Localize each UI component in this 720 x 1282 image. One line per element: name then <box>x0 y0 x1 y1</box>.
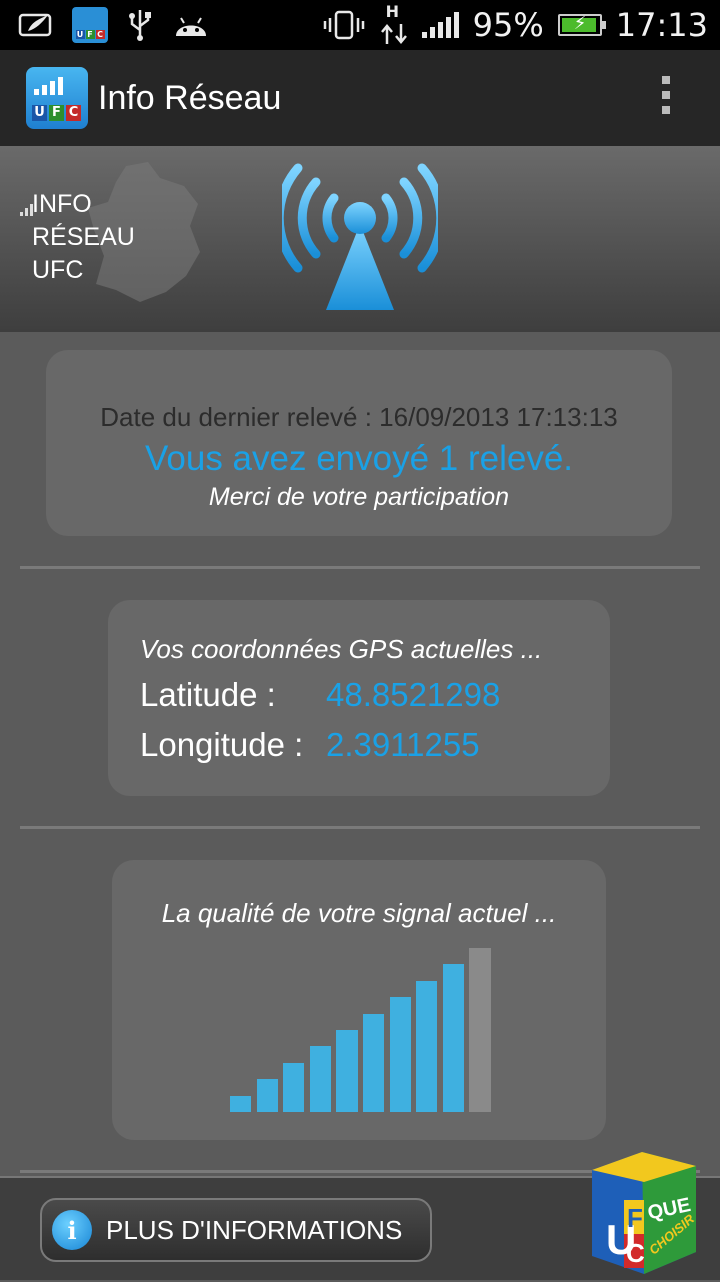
logo-letter-c: C <box>626 1238 645 1268</box>
signal-strength-icon <box>421 12 459 38</box>
signal-quality-meter <box>230 948 496 1112</box>
signal-bar <box>416 980 438 1112</box>
header-banner: INFO RÉSEAU UFC <box>0 146 720 332</box>
signal-title: La qualité de votre signal actuel ... <box>161 898 557 928</box>
longitude-value: 2.3911255 <box>326 726 480 763</box>
more-info-label: PLUS D'INFORMATIONS <box>106 1214 403 1245</box>
usb-icon <box>129 10 151 41</box>
status-system: H 95% ⚡ 17:13 <box>322 0 708 50</box>
screenshot-icon <box>18 13 52 37</box>
vibrate-icon <box>323 10 364 40</box>
status-notifications: U F C <box>0 7 210 43</box>
overflow-menu-icon[interactable] <box>662 76 670 114</box>
clock: 17:13 <box>615 6 708 44</box>
data-transfer-icon: H <box>380 2 408 48</box>
signal-bar <box>363 1013 385 1112</box>
section-divider <box>20 566 700 569</box>
latitude-value: 48.8521298 <box>326 676 501 713</box>
antenna-tower-icon <box>282 163 438 310</box>
more-info-button[interactable]: i PLUS D'INFORMATIONS <box>40 1198 432 1262</box>
banner-title: INFO RÉSEAU UFC <box>32 190 135 284</box>
app-logo-icon[interactable]: U F C <box>26 67 88 129</box>
signal-bar <box>469 948 491 1112</box>
logo-letter-f: F <box>627 1203 643 1233</box>
last-report-card: Date du dernier relevé : 16/09/2013 17:1… <box>46 350 672 536</box>
android-debug-icon <box>176 17 206 36</box>
longitude-row: Longitude : 2.3911255 <box>140 726 480 764</box>
network-type-label: H <box>385 2 400 21</box>
last-report-date: Date du dernier relevé : 16/09/2013 17:1… <box>100 402 618 432</box>
status-bar: U F C H 95% ⚡ 17:13 <box>0 0 720 50</box>
signal-bar <box>283 1062 305 1112</box>
latitude-label: Latitude : <box>140 676 276 713</box>
latitude-row: Latitude : 48.8521298 <box>140 676 500 714</box>
signal-bar <box>389 997 411 1112</box>
gps-card: Vos coordonnées GPS actuelles ... Latitu… <box>108 600 610 796</box>
bottom-bar: i PLUS D'INFORMATIONS U F C QUE CHOISIR <box>0 1152 720 1280</box>
app-title: Info Réseau <box>98 78 282 117</box>
ufc-app-icon: U F C <box>72 7 108 43</box>
ufc-que-choisir-logo[interactable]: U F C QUE CHOISIR <box>586 1142 698 1282</box>
action-bar: U F C Info Réseau <box>0 50 720 146</box>
longitude-label: Longitude : <box>140 726 304 763</box>
battery-percent: 95% <box>472 6 544 44</box>
signal-card: La qualité de votre signal actuel ... <box>112 860 606 1140</box>
gps-title: Vos coordonnées GPS actuelles ... <box>140 634 543 664</box>
main-content: Date du dernier relevé : 16/09/2013 17:1… <box>0 332 720 1176</box>
reports-sent-count: Vous avez envoyé 1 relevé. <box>144 439 574 478</box>
thanks-message: Merci de votre participation <box>208 483 510 511</box>
signal-bar <box>256 1079 278 1112</box>
section-divider <box>20 826 700 829</box>
signal-bar <box>336 1030 358 1112</box>
signal-bar <box>230 1095 252 1112</box>
battery-charging-icon: ⚡ <box>557 13 606 36</box>
signal-bar <box>309 1046 332 1112</box>
info-icon: i <box>52 1210 92 1250</box>
signal-bar <box>442 964 465 1112</box>
